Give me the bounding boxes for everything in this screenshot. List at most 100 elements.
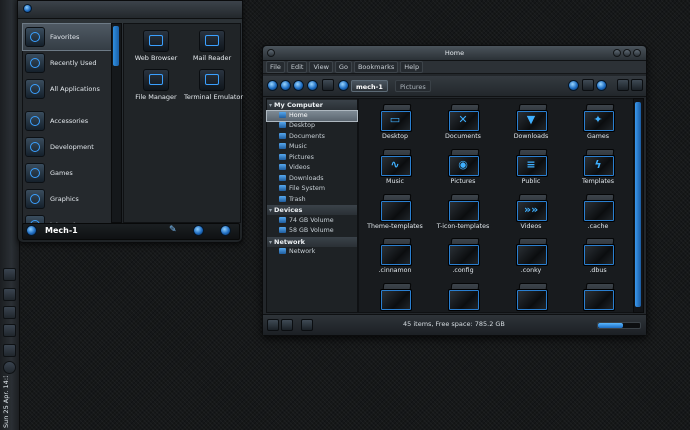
menu-category-item[interactable]: Graphics: [23, 186, 111, 212]
sidebar-section-header[interactable]: My Computer: [267, 100, 357, 110]
menu-go[interactable]: Go: [334, 61, 352, 73]
window-titlebar[interactable]: Home: [263, 46, 646, 61]
sidebar-item[interactable]: Downloads: [267, 174, 357, 184]
sidebar-item-label: Pictures: [289, 153, 314, 161]
menu-scrollbar[interactable]: [111, 23, 122, 223]
folder-icon: [516, 238, 548, 266]
search-icon[interactable]: [307, 80, 318, 91]
menu-category-item[interactable]: Favorites: [22, 23, 112, 51]
app-mail-reader[interactable]: Mail Reader: [184, 27, 240, 69]
sidebar-item[interactable]: Pictures: [267, 153, 357, 163]
menu-scrollbar-thumb[interactable]: [113, 26, 119, 66]
scrollbar-thumb[interactable]: [635, 102, 641, 307]
sidebar-item[interactable]: Music: [267, 142, 357, 152]
app-terminal-emulator[interactable]: Terminal Emulator: [184, 66, 243, 108]
sidebar-section-header[interactable]: Devices: [267, 205, 357, 215]
file-item[interactable]: ✦ Games: [564, 101, 632, 147]
folder-icon: [279, 153, 286, 160]
minimize-icon[interactable]: [613, 49, 621, 57]
folder-icon: [583, 238, 615, 266]
sidebar-item[interactable]: File System: [267, 184, 357, 194]
menu-category-label: Favorites: [50, 33, 80, 41]
sidebar-item[interactable]: Network: [267, 247, 357, 257]
up-icon[interactable]: [293, 80, 304, 91]
list-view-icon[interactable]: [617, 79, 629, 91]
file-item[interactable]: .cache: [564, 191, 632, 237]
folder-emblem-icon: ◉: [458, 158, 468, 171]
file-item[interactable]: .dbus: [564, 235, 632, 281]
sidebar-item[interactable]: Videos: [267, 163, 357, 173]
menu-category-item[interactable]: Development: [23, 134, 111, 160]
file-item[interactable]: ▭ Desktop: [361, 101, 429, 147]
forward-icon[interactable]: [280, 80, 291, 91]
file-item[interactable]: ϟ Templates: [564, 146, 632, 192]
menu-category-item[interactable]: Accessories: [23, 108, 111, 134]
zoom-in-icon[interactable]: [596, 80, 607, 91]
file-item[interactable]: ∿ Music: [361, 146, 429, 192]
maximize-icon[interactable]: [623, 49, 631, 57]
file-item[interactable]: [429, 280, 497, 312]
menu-category-item[interactable]: Recently Used: [23, 50, 111, 76]
close-icon[interactable]: [633, 49, 641, 57]
icon-view-icon[interactable]: [631, 79, 643, 91]
menu-view[interactable]: View: [309, 61, 333, 73]
file-item[interactable]: [564, 280, 632, 312]
app-file-manager[interactable]: File Manager: [128, 66, 184, 108]
menu-category-item[interactable]: All Applications: [23, 76, 111, 102]
toggle-location-icon[interactable]: [322, 79, 334, 91]
folder-icon: [279, 111, 286, 118]
file-item[interactable]: Theme-templates: [361, 191, 429, 237]
file-item[interactable]: ✕ Documents: [429, 101, 497, 147]
sidebar-item[interactable]: 74 GB Volume: [267, 216, 357, 226]
sidebar-item[interactable]: Desktop: [267, 121, 357, 131]
file-item[interactable]: ◉ Pictures: [429, 146, 497, 192]
breadcrumb-pictures[interactable]: Pictures: [395, 80, 431, 92]
folder-icon: [279, 216, 286, 223]
menu-bookmarks[interactable]: Bookmarks: [353, 61, 399, 73]
sidebar-item[interactable]: Trash: [267, 195, 357, 205]
logout-icon[interactable]: [193, 225, 204, 236]
file-item[interactable]: [361, 280, 429, 312]
file-item[interactable]: T-icon-templates: [429, 191, 497, 237]
zoom-out-icon[interactable]: [568, 80, 579, 91]
file-item-label: .conky: [520, 267, 542, 274]
zoom-reset-icon[interactable]: [582, 79, 594, 91]
close-sidebar-icon[interactable]: [301, 319, 313, 331]
dock-terminal-icon[interactable]: [3, 306, 16, 319]
breadcrumb-mech-1[interactable]: mech-1: [351, 80, 388, 92]
user-avatar: [26, 225, 37, 236]
file-item[interactable]: .conky: [497, 235, 565, 281]
file-item[interactable]: »» Videos: [497, 191, 565, 237]
folder-emblem-icon: [591, 203, 605, 216]
zoom-slider[interactable]: [597, 322, 641, 329]
sidebar-item[interactable]: Home: [266, 109, 358, 122]
sidebar-item[interactable]: Documents: [267, 132, 357, 142]
sidebar-item[interactable]: 58 GB Volume: [267, 226, 357, 236]
menu-bar: File Edit View Go Bookmarks Help: [263, 61, 646, 74]
file-item[interactable]: .config: [429, 235, 497, 281]
app-web-browser[interactable]: Web Browser: [128, 27, 184, 69]
file-item[interactable]: ▼ Downloads: [497, 101, 565, 147]
breadcrumb-left-icon[interactable]: [338, 80, 349, 91]
treeview-icon[interactable]: [281, 319, 293, 331]
dock-window-icon[interactable]: [3, 288, 16, 301]
dock-info-icon[interactable]: [3, 361, 16, 374]
menu-edit[interactable]: Edit: [286, 61, 308, 73]
menu-file[interactable]: File: [266, 61, 285, 73]
dock-launcher-icon[interactable]: [3, 268, 16, 281]
file-item[interactable]: [497, 280, 565, 312]
menu-help[interactable]: Help: [400, 61, 424, 73]
dock-monitor-icon[interactable]: [3, 344, 16, 357]
power-icon[interactable]: [220, 225, 231, 236]
sidebar-section-header[interactable]: Network: [267, 236, 357, 247]
file-grid-scrollbar[interactable]: [633, 98, 644, 313]
folder-icon: [448, 194, 480, 222]
menu-category-item[interactable]: Games: [23, 160, 111, 186]
show-sidebar-icon[interactable]: [267, 319, 279, 331]
window-menu-icon[interactable]: [267, 49, 275, 57]
file-item[interactable]: .cinnamon: [361, 235, 429, 281]
dock-files-icon[interactable]: [3, 324, 16, 337]
lock-icon[interactable]: ✎: [169, 225, 177, 235]
back-icon[interactable]: [267, 80, 278, 91]
file-item[interactable]: ≡ Public: [497, 146, 565, 192]
